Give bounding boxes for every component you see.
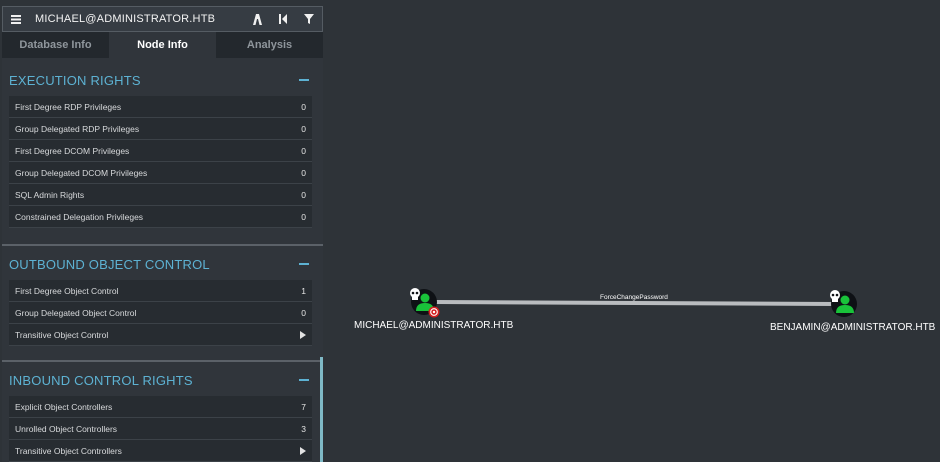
list-item[interactable]: First Degree RDP Privileges 0 xyxy=(9,96,312,118)
row-label: First Degree DCOM Privileges xyxy=(15,145,130,156)
expand-arrow-icon[interactable] xyxy=(300,446,306,455)
menu-icon[interactable] xyxy=(3,7,29,31)
section-divider xyxy=(2,244,323,246)
node-info-content: EXECUTION RIGHTS First Degree RDP Privil… xyxy=(2,58,323,462)
row-label: Explicit Object Controllers xyxy=(15,401,113,412)
collapse-icon[interactable] xyxy=(299,263,309,265)
node-info-panel: MICHAEL@ADMINISTRATOR.HTB Database Info … xyxy=(2,6,323,462)
row-label: SQL Admin Rights xyxy=(15,189,85,200)
list-item[interactable]: Transitive Object Controllers xyxy=(9,440,312,462)
tab-node-info[interactable]: Node Info xyxy=(109,32,216,58)
list-item[interactable]: Group Delegated RDP Privileges 0 xyxy=(9,118,312,140)
row-value: 0 xyxy=(301,189,306,200)
row-label: Constrained Delegation Privileges xyxy=(15,211,144,222)
list-item[interactable]: Unrolled Object Controllers 3 xyxy=(9,418,312,440)
search-bar: MICHAEL@ADMINISTRATOR.HTB xyxy=(2,6,323,32)
list-item[interactable]: First Degree Object Control 1 xyxy=(9,280,312,302)
row-label: Transitive Object Controllers xyxy=(15,445,122,456)
node-label-target: BENJAMIN@ADMINISTRATOR.HTB xyxy=(770,322,936,333)
row-label: Group Delegated RDP Privileges xyxy=(15,123,140,134)
row-value: 0 xyxy=(301,101,306,112)
user-node-benjamin[interactable] xyxy=(830,290,857,317)
row-value: 3 xyxy=(301,423,306,434)
row-label: Group Delegated DCOM Privileges xyxy=(15,167,148,178)
graph-canvas[interactable]: ForceChangePassword MICHAEL@ADMINISTRATO… xyxy=(323,0,940,462)
pathfinding-icon[interactable] xyxy=(244,7,270,31)
back-icon[interactable] xyxy=(270,7,296,31)
row-label: Unrolled Object Controllers xyxy=(15,423,118,434)
node-label-source: MICHAEL@ADMINISTRATOR.HTB xyxy=(354,320,514,331)
tab-analysis[interactable]: Analysis xyxy=(216,32,323,58)
list-item[interactable]: Explicit Object Controllers 7 xyxy=(9,396,312,418)
section-divider xyxy=(2,360,323,362)
row-value: 0 xyxy=(301,167,306,178)
user-node-michael[interactable] xyxy=(410,288,440,318)
graph-svg xyxy=(410,288,857,318)
list-item[interactable]: Constrained Delegation Privileges 0 xyxy=(9,206,312,228)
section-title: INBOUND CONTROL RIGHTS xyxy=(9,372,193,388)
collapse-icon[interactable] xyxy=(299,379,309,381)
row-label: Transitive Object Control xyxy=(15,329,109,340)
edge-force-change-password[interactable] xyxy=(435,300,843,307)
row-value: 0 xyxy=(301,211,306,222)
outbound-object-control-section: OUTBOUND OBJECT CONTROL First Degree Obj… xyxy=(2,248,323,346)
filter-icon[interactable] xyxy=(296,7,322,31)
target-icon xyxy=(428,306,440,318)
row-value: 0 xyxy=(301,307,306,318)
panel-tabs: Database Info Node Info Analysis xyxy=(2,32,323,58)
execution-rights-section: EXECUTION RIGHTS First Degree RDP Privil… xyxy=(2,64,323,228)
list-item[interactable]: First Degree DCOM Privileges 0 xyxy=(9,140,312,162)
expand-arrow-icon[interactable] xyxy=(300,330,306,339)
row-value: 7 xyxy=(301,401,306,412)
tab-database-info[interactable]: Database Info xyxy=(2,32,109,58)
search-input[interactable]: MICHAEL@ADMINISTRATOR.HTB xyxy=(29,13,244,25)
row-value: 1 xyxy=(301,285,306,296)
inbound-control-rights-section: INBOUND CONTROL RIGHTS Explicit Object C… xyxy=(2,364,323,462)
row-label: First Degree RDP Privileges xyxy=(15,101,122,112)
row-label: Group Delegated Object Control xyxy=(15,307,137,318)
list-item[interactable]: SQL Admin Rights 0 xyxy=(9,184,312,206)
row-value: 0 xyxy=(301,145,306,156)
list-item[interactable]: Group Delegated DCOM Privileges 0 xyxy=(9,162,312,184)
edge-label: ForceChangePassword xyxy=(600,294,668,301)
list-item[interactable]: Transitive Object Control xyxy=(9,324,312,346)
collapse-icon[interactable] xyxy=(299,79,309,81)
section-title: EXECUTION RIGHTS xyxy=(9,72,141,88)
row-value: 0 xyxy=(301,123,306,134)
row-label: First Degree Object Control xyxy=(15,285,119,296)
list-item[interactable]: Group Delegated Object Control 0 xyxy=(9,302,312,324)
section-title: OUTBOUND OBJECT CONTROL xyxy=(9,256,210,272)
